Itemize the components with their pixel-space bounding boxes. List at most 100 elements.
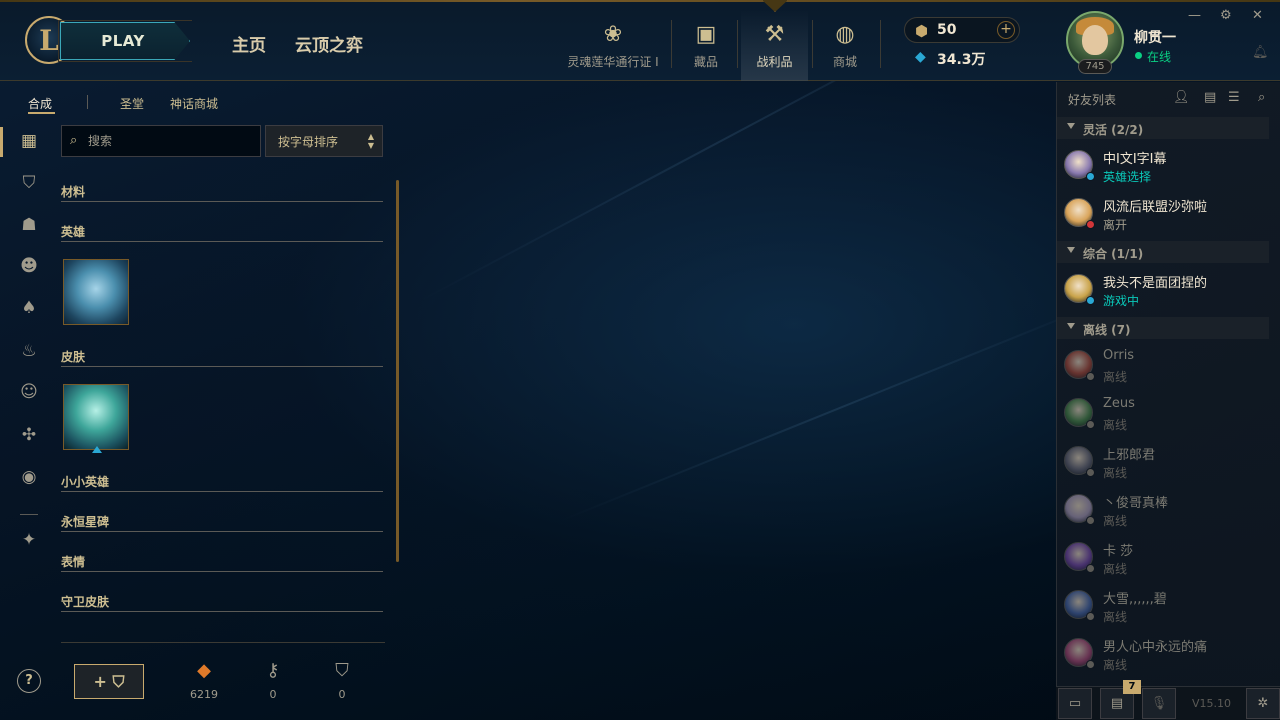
emote-icon[interactable]: ☺ — [19, 382, 39, 402]
add-folder-icon[interactable]: ▤ — [1204, 90, 1216, 105]
divider — [61, 642, 385, 643]
nav-home[interactable]: 主页 — [232, 31, 266, 56]
notification-bell-icon[interactable]: 🔔︎ — [1252, 45, 1269, 60]
friend-status: 离开 — [1103, 218, 1128, 232]
nav-collection[interactable]: ▣ 藏品 — [680, 10, 732, 70]
username[interactable]: 柳贯一 — [1134, 27, 1176, 47]
bug-report-icon[interactable]: ✲ — [1246, 688, 1280, 719]
skin-shard-tile[interactable] — [63, 384, 129, 450]
group-flex[interactable]: 灵活 (2/2) — [1057, 117, 1269, 139]
friend-item[interactable]: Orris 离线 — [1057, 342, 1269, 388]
profile-icon[interactable]: ◉ — [19, 467, 39, 487]
nav-tft[interactable]: 云顶之弈 — [295, 31, 363, 56]
list-view-icon[interactable]: ☰ — [1228, 90, 1240, 105]
totem-icon[interactable]: ✣ — [19, 425, 39, 445]
notification-count-badge: 7 — [1123, 680, 1141, 694]
search-icon[interactable]: ⌕ — [1258, 90, 1265, 105]
rp-icon: ⬢ — [915, 22, 929, 40]
play-button[interactable]: PLAY — [60, 22, 190, 60]
tab-mythic-shop[interactable]: 神话商城 — [170, 95, 218, 112]
friend-status: 离线 — [1103, 610, 1128, 624]
friend-item[interactable]: 卡 莎 离线 — [1057, 534, 1269, 580]
tab-crafting[interactable]: 合成 — [28, 95, 52, 112]
friend-status: 离线 — [1103, 418, 1128, 432]
friend-item[interactable]: Zeus 离线 — [1057, 390, 1269, 436]
blue-essence-value: 34.3万 — [937, 52, 986, 68]
divider — [812, 20, 813, 68]
key-value: 0 — [269, 688, 277, 701]
help-button[interactable]: ? — [17, 669, 41, 693]
chest-counter: ⛉ 0 — [322, 660, 362, 701]
little-legend-icon[interactable]: ♠ — [19, 298, 39, 318]
divider — [61, 366, 383, 367]
tab-sanctum[interactable]: 圣堂 — [120, 95, 144, 112]
friend-item[interactable]: 我头不是面团捏的 游戏中 — [1057, 266, 1269, 312]
friends-panel: 好友列表 👤︎ ▤ ☰ ⌕ 灵活 (2/2) 中I文I字I幕 英雄选择 风流后联… — [1056, 82, 1280, 720]
section-ward-skins[interactable]: 守卫皮肤 — [61, 593, 109, 610]
nav-battle-pass-label: 灵魂莲华通行证 I — [567, 55, 659, 69]
loot-icon: ⚒ — [764, 22, 785, 47]
friend-name: 丶俊哥真棒 — [1103, 496, 1169, 511]
online-status-text[interactable]: 在线 — [1147, 48, 1171, 65]
chest-icon: ⛉ — [335, 660, 349, 681]
top-navigation-bar: L PLAY 主页 云顶之弈 ❀ 灵魂莲华通行证 I ▣ 藏品 ⚒ 战利品 ◍ … — [0, 0, 1280, 81]
star-shard-icon[interactable]: ✦ — [19, 530, 39, 550]
friend-item[interactable]: 风流后联盟沙弥啦 离开 — [1057, 190, 1269, 236]
nav-store[interactable]: ◍ 商城 — [820, 10, 870, 70]
sort-dropdown[interactable]: 按字母排序 ▲ ▼ — [265, 125, 383, 157]
section-skins[interactable]: 皮肤 — [61, 348, 85, 365]
all-grid-icon[interactable]: ▦ — [19, 131, 39, 151]
friend-status-dot — [1086, 564, 1095, 573]
friend-item[interactable]: 上邪郎君 离线 — [1057, 438, 1269, 484]
nav-loot[interactable]: ⚒ 战利品 — [741, 10, 808, 81]
minimize-button[interactable]: — — [1188, 8, 1201, 23]
nav-collection-label: 藏品 — [693, 55, 718, 69]
friend-name: 中I文I字I幕 — [1103, 152, 1167, 167]
friend-item[interactable]: 中I文I字I幕 英雄选择 — [1057, 142, 1269, 188]
online-status-dot — [1135, 52, 1142, 59]
scrollbar[interactable] — [396, 180, 399, 562]
settings-gear-icon[interactable]: ⚙ — [1220, 8, 1232, 23]
chest-value: 0 — [338, 688, 346, 701]
friend-item[interactable]: 丶俊哥真棒 离线 — [1057, 486, 1269, 532]
chevron-down-icon — [1067, 323, 1075, 329]
champion-shard-tile[interactable] — [63, 259, 129, 325]
group-general[interactable]: 综合 (1/1) — [1057, 241, 1269, 263]
search-field[interactable]: ⌕ — [61, 125, 261, 157]
add-chest-button[interactable]: + ⛉ — [74, 664, 144, 699]
friend-name: Zeus — [1103, 396, 1135, 411]
tile-marker-icon — [92, 446, 102, 453]
helmet-icon[interactable]: ☗ — [19, 215, 39, 235]
nav-battle-pass[interactable]: ❀ 灵魂莲华通行证 I — [566, 10, 660, 70]
section-champions[interactable]: 英雄 — [61, 223, 85, 240]
friend-status-dot — [1086, 660, 1095, 669]
chevron-down-icon — [1067, 247, 1075, 253]
microphone-icon[interactable]: 🎙︎ — [1142, 688, 1176, 719]
close-icon[interactable]: ✕ — [1252, 8, 1263, 23]
group-offline[interactable]: 离线 (7) — [1057, 317, 1269, 339]
chat-bubble-icon[interactable]: ▭ — [1058, 688, 1092, 719]
sort-label: 按字母排序 — [278, 135, 339, 149]
section-eternals[interactable]: 永恒星碑 — [61, 513, 109, 530]
client-window: L PLAY 主页 云顶之弈 ❀ 灵魂莲华通行证 I ▣ 藏品 ⚒ 战利品 ◍ … — [0, 0, 1280, 720]
friend-status: 游戏中 — [1103, 294, 1140, 308]
key-icon: ⚷ — [266, 660, 280, 681]
section-materials[interactable]: 材料 — [61, 183, 85, 200]
chest-icon[interactable]: ⛉ — [19, 173, 39, 193]
ward-icon[interactable]: ♨ — [19, 341, 39, 361]
section-little-legends[interactable]: 小小英雄 — [61, 473, 109, 490]
friend-status-dot — [1086, 516, 1095, 525]
friend-item[interactable]: 大雪,,,,,,碧 离线 — [1057, 582, 1269, 628]
divider — [61, 491, 383, 492]
buy-rp-button[interactable]: + — [997, 21, 1015, 39]
lotus-icon: ❀ — [603, 22, 623, 47]
add-friend-icon[interactable]: 👤︎ — [1173, 90, 1190, 105]
section-emotes[interactable]: 表情 — [61, 553, 85, 570]
search-input[interactable] — [88, 132, 256, 150]
key-counter: ⚷ 0 — [253, 660, 293, 701]
background-streak — [559, 295, 1117, 522]
divider — [61, 241, 383, 242]
version-label: V15.10 — [1192, 697, 1232, 710]
mask-icon[interactable]: ☻ — [19, 256, 39, 276]
friend-item[interactable]: 男人心中永远的痛 离线 — [1057, 630, 1269, 676]
